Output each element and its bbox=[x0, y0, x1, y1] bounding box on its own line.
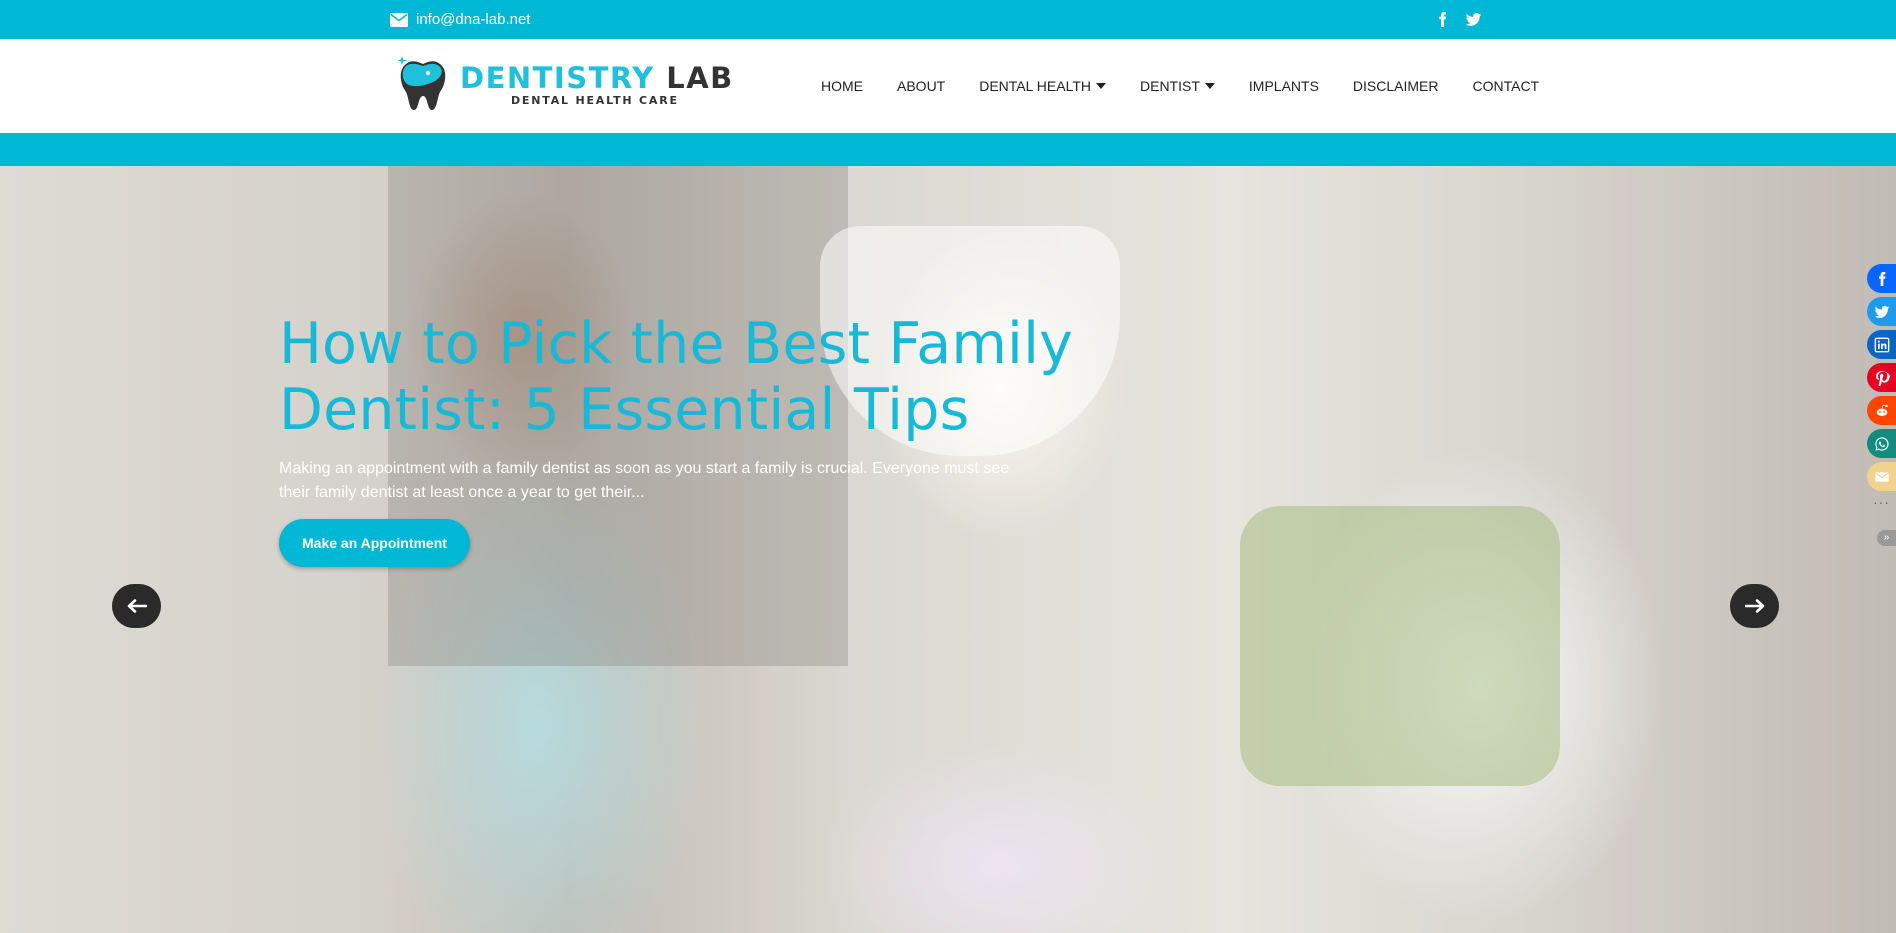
arrow-left-icon bbox=[127, 599, 147, 613]
email-text: info@dna-lab.net bbox=[416, 11, 531, 28]
facebook-icon[interactable] bbox=[1434, 11, 1451, 28]
nav-item-label: ABOUT bbox=[897, 78, 946, 94]
share-sidebar: ··· » bbox=[1867, 264, 1896, 546]
nav-item-label: DENTIST bbox=[1140, 78, 1200, 94]
tooth-icon bbox=[398, 56, 446, 110]
logo-title-part1: DENTISTRY bbox=[460, 61, 655, 95]
nav-item-label: IMPLANTS bbox=[1248, 78, 1319, 94]
social-links bbox=[1434, 0, 1482, 39]
site-header: DENTISTRY LAB DENTAL HEALTH CARE HOME AB… bbox=[0, 39, 1896, 133]
nav-item-disclaimer[interactable]: DISCLAIMER bbox=[1353, 78, 1439, 94]
nav-item-contact[interactable]: CONTACT bbox=[1472, 78, 1539, 94]
nav-item-label: DENTAL HEALTH bbox=[979, 78, 1091, 94]
main-nav: HOME ABOUT DENTAL HEALTH DENTIST IMPLANT… bbox=[821, 39, 1539, 133]
accent-stripe bbox=[0, 133, 1896, 166]
nav-item-label: DISCLAIMER bbox=[1352, 78, 1439, 94]
linkedin-share-icon[interactable] bbox=[1867, 330, 1896, 359]
logo-title: DENTISTRY LAB bbox=[460, 62, 734, 94]
contact-email[interactable]: info@dna-lab.net bbox=[390, 0, 530, 39]
whatsapp-share-icon[interactable] bbox=[1867, 429, 1896, 458]
twitter-share-icon[interactable] bbox=[1867, 297, 1896, 326]
nav-item-home[interactable]: HOME bbox=[821, 78, 863, 94]
slider-next-button[interactable] bbox=[1730, 584, 1779, 628]
arrow-right-icon bbox=[1744, 599, 1764, 613]
reddit-share-icon[interactable] bbox=[1867, 396, 1896, 425]
caret-down-icon[interactable] bbox=[1204, 83, 1215, 89]
nav-item-label: CONTACT bbox=[1472, 78, 1540, 94]
nav-item-implants[interactable]: IMPLANTS bbox=[1249, 78, 1319, 94]
logo-title-part2: LAB bbox=[654, 61, 734, 95]
hero-excerpt: Making an appointment with a family dent… bbox=[279, 460, 1010, 501]
make-appointment-button[interactable]: Make an Appointment bbox=[279, 519, 470, 567]
nav-item-dentist[interactable]: DENTIST bbox=[1140, 78, 1215, 94]
nav-item-about[interactable]: ABOUT bbox=[897, 78, 945, 94]
email-share-icon[interactable] bbox=[1867, 462, 1896, 491]
hero-content: How to Pick the Best Family Dentist: 5 E… bbox=[279, 311, 1079, 567]
pinterest-share-icon[interactable] bbox=[1867, 363, 1896, 392]
slider-prev-button[interactable] bbox=[112, 584, 161, 628]
site-logo[interactable]: DENTISTRY LAB DENTAL HEALTH CARE bbox=[398, 56, 732, 116]
share-more-button[interactable]: ··· bbox=[1867, 495, 1896, 517]
nav-item-label: HOME bbox=[821, 78, 863, 94]
hero-title[interactable]: How to Pick the Best Family Dentist: 5 E… bbox=[279, 311, 1079, 443]
top-bar: info@dna-lab.net bbox=[0, 0, 1896, 39]
twitter-icon[interactable] bbox=[1465, 11, 1482, 28]
nav-item-dental-health[interactable]: DENTAL HEALTH bbox=[979, 78, 1106, 94]
envelope-icon bbox=[390, 12, 408, 27]
share-collapse-button[interactable]: » bbox=[1877, 530, 1896, 546]
facebook-share-icon[interactable] bbox=[1867, 264, 1896, 293]
caret-down-icon[interactable] bbox=[1096, 83, 1106, 89]
logo-subtitle: DENTAL HEALTH CARE bbox=[511, 94, 679, 107]
